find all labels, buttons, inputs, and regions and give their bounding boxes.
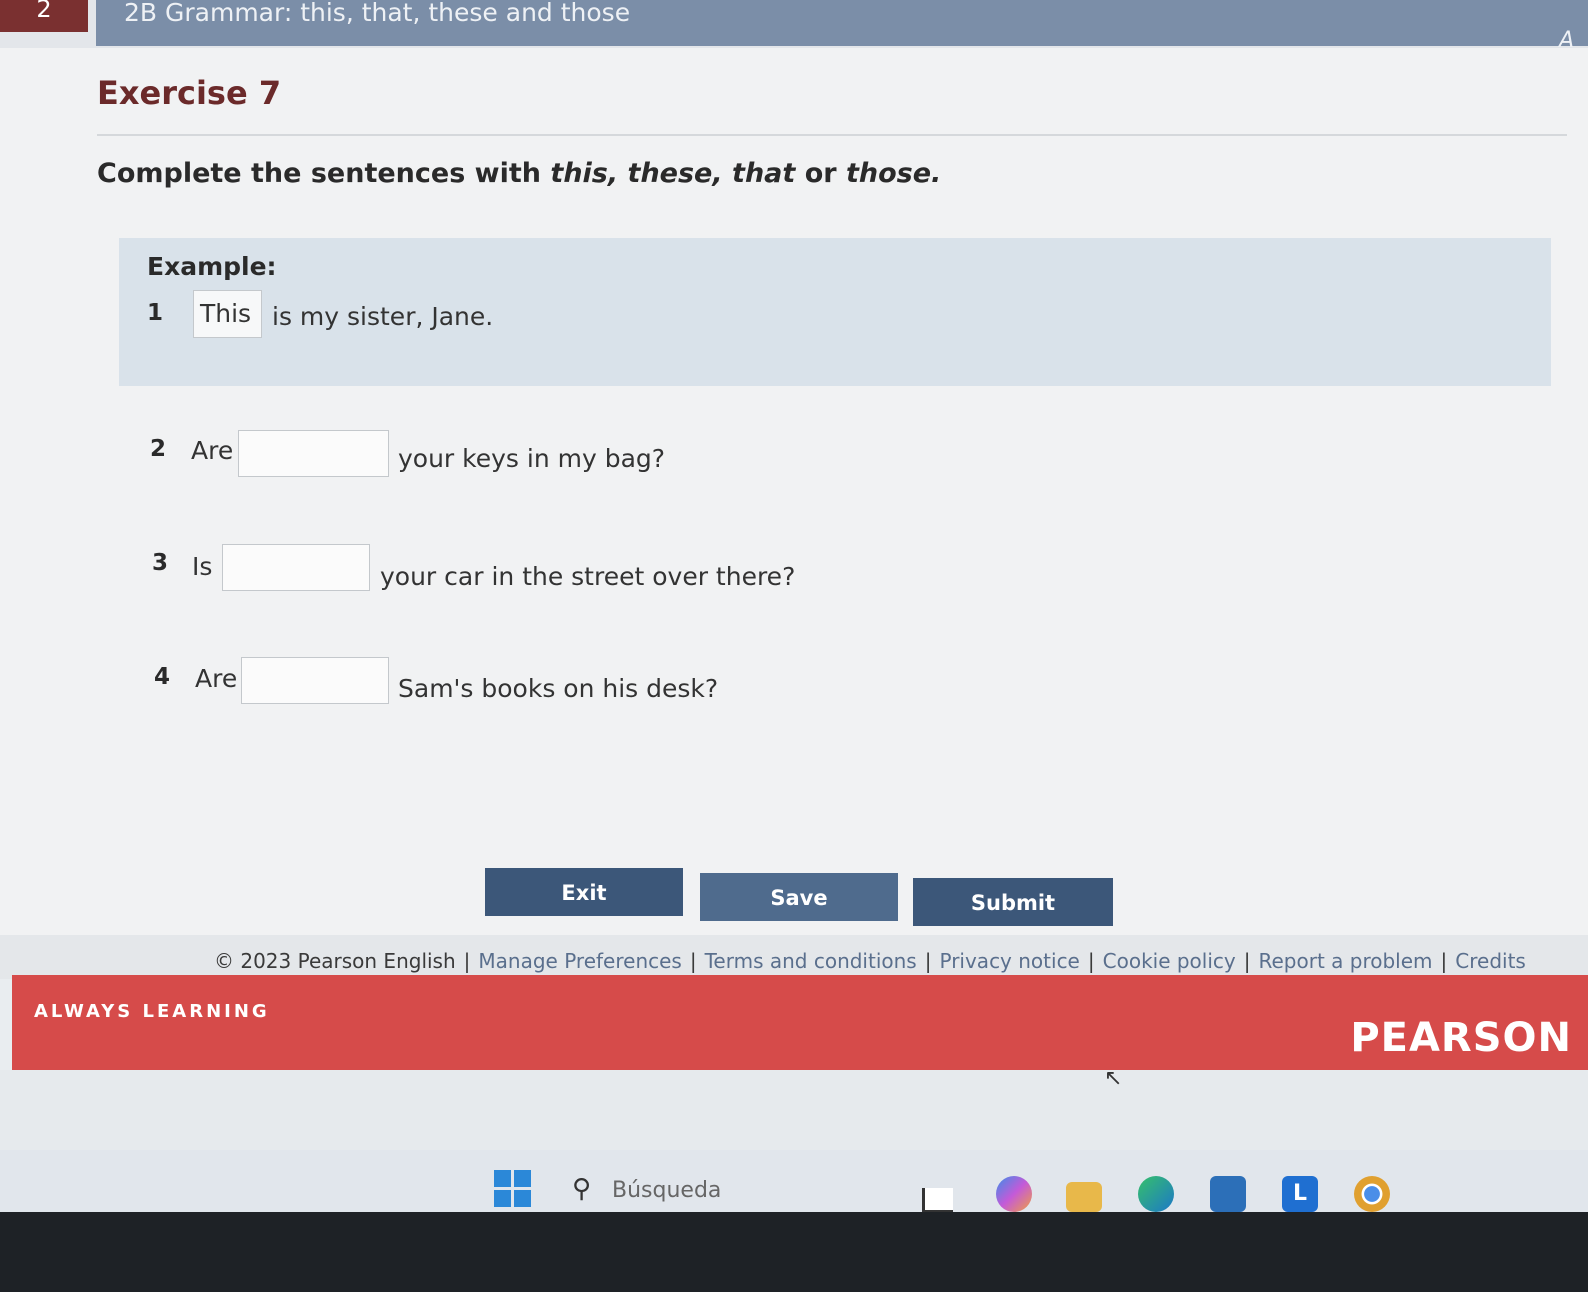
- credits-link[interactable]: Credits: [1455, 949, 1526, 973]
- chrome-icon[interactable]: [1354, 1176, 1390, 1212]
- lesson-title: 2B Grammar: this, that, these and those: [124, 0, 631, 27]
- pearson-logo: PEARSON: [1350, 1015, 1572, 1061]
- option-those: those.: [845, 158, 942, 189]
- question-rest: your car in the street over there?: [380, 562, 796, 591]
- brand-tagline: ALWAYS LEARNING: [34, 1001, 270, 1022]
- manage-preferences-link[interactable]: Manage Preferences: [478, 949, 681, 973]
- question-number: 2: [150, 436, 167, 462]
- option-these: these,: [627, 158, 723, 189]
- unit-badge: 2: [0, 0, 88, 32]
- answer-input-3[interactable]: [222, 544, 370, 591]
- question-rest: Sam's books on his desk?: [398, 674, 719, 703]
- example-number: 1: [147, 300, 164, 326]
- taskbar-search[interactable]: ⚲ Búsqueda: [568, 1172, 888, 1208]
- terms-link[interactable]: Terms and conditions: [705, 949, 917, 973]
- or-word: or: [795, 158, 846, 189]
- divider: [97, 134, 1567, 136]
- separator: |: [924, 949, 932, 973]
- instruction-prefix: Complete the sentences with: [97, 158, 551, 189]
- save-button[interactable]: Save: [700, 873, 898, 921]
- separator: |: [1243, 949, 1251, 973]
- search-icon: ⚲: [572, 1174, 592, 1204]
- answer-input-4[interactable]: [241, 657, 389, 704]
- question-lead: Are: [195, 664, 238, 693]
- cookie-policy-link[interactable]: Cookie policy: [1103, 949, 1236, 973]
- example-block: Example: 1 This is my sister, Jane.: [119, 238, 1551, 386]
- mouse-cursor-icon: ↖: [1104, 1066, 1123, 1091]
- desktop-background: [0, 1070, 1588, 1150]
- file-explorer-shortcut-icon[interactable]: [922, 1188, 953, 1213]
- exit-button[interactable]: Exit: [485, 868, 683, 916]
- option-this: this,: [550, 158, 619, 189]
- example-answer-box: This: [193, 290, 262, 338]
- folder-icon[interactable]: [1066, 1182, 1102, 1212]
- edge-icon[interactable]: [1138, 1176, 1174, 1212]
- example-sentence: is my sister, Jane.: [272, 302, 494, 331]
- copilot-icon[interactable]: [996, 1176, 1032, 1212]
- question-lead: Is: [192, 552, 213, 581]
- submit-button[interactable]: Submit: [913, 878, 1113, 926]
- footer-links-row: © 2023 Pearson English | Manage Preference…: [214, 949, 1526, 973]
- answer-input-2[interactable]: [238, 430, 389, 477]
- report-problem-link[interactable]: Report a problem: [1259, 949, 1433, 973]
- separator: |: [1087, 949, 1095, 973]
- brand-bar: ALWAYS LEARNING PEARSON: [12, 975, 1588, 1070]
- example-label: Example:: [147, 252, 277, 281]
- copyright-text: © 2023 Pearson English: [214, 949, 456, 973]
- l-app-icon[interactable]: L: [1282, 1176, 1318, 1212]
- instruction-text: Complete the sentences with this, these,…: [97, 158, 941, 189]
- footer-links-bar: © 2023 Pearson English | Manage Preference…: [0, 935, 1588, 979]
- separator: |: [1440, 949, 1448, 973]
- top-header: 2 2B Grammar: this, that, these and thos…: [0, 0, 1588, 53]
- question-rest: your keys in my bag?: [398, 444, 666, 473]
- exercise-title: Exercise 7: [97, 74, 282, 112]
- question-number: 3: [152, 550, 169, 576]
- search-placeholder: Búsqueda: [612, 1178, 722, 1203]
- windows-start-icon[interactable]: [494, 1170, 532, 1208]
- separator: |: [689, 949, 697, 973]
- option-that: that: [732, 158, 796, 189]
- question-number: 4: [154, 664, 171, 690]
- separator: |: [463, 949, 471, 973]
- store-icon[interactable]: [1210, 1176, 1246, 1212]
- privacy-notice-link[interactable]: Privacy notice: [939, 949, 1079, 973]
- question-lead: Are: [191, 436, 234, 465]
- screen-bezel: [0, 1212, 1588, 1292]
